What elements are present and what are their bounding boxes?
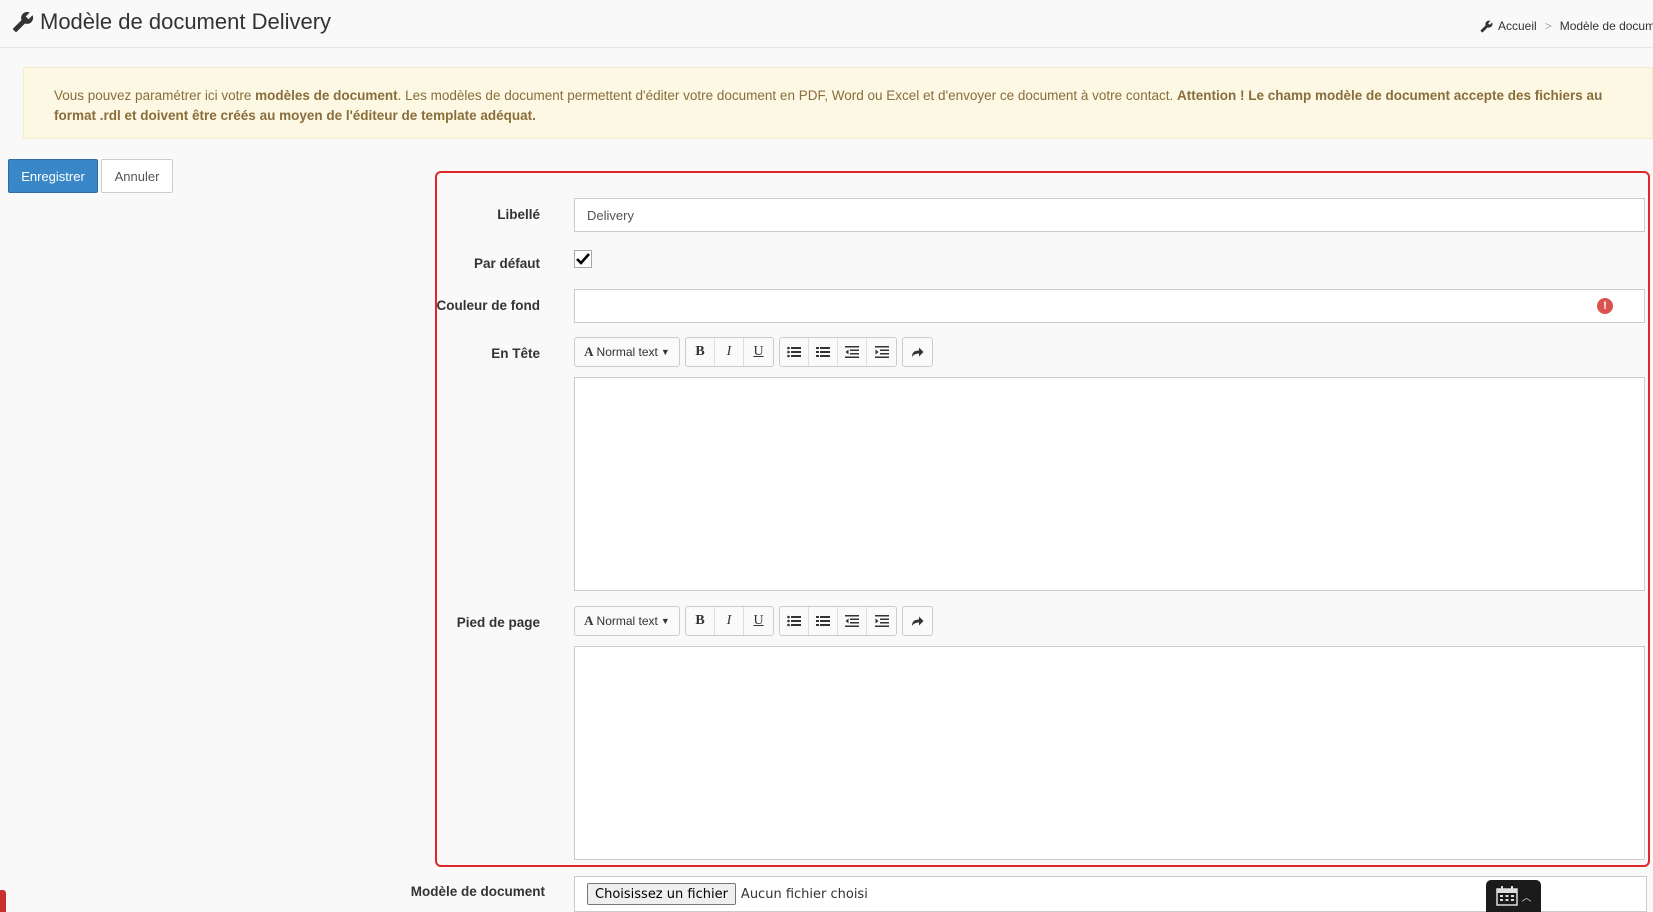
checkmark-icon [574, 250, 592, 268]
bold-button[interactable]: B [686, 338, 715, 366]
unordered-list-button[interactable] [780, 338, 809, 366]
redo-icon [912, 347, 924, 357]
alert-bold-1: modèles de document [255, 88, 398, 103]
ordered-list-button[interactable] [809, 607, 838, 635]
indent-icon [874, 615, 889, 627]
en-tete-toolbar: A Normal text ▼ B I U [574, 337, 933, 367]
libelle-label: Libellé [497, 207, 540, 222]
italic-icon: I [726, 613, 732, 628]
redo-button[interactable] [903, 607, 932, 635]
info-alert: Vous pouvez paramétrer ici votre modèles… [23, 67, 1653, 139]
italic-icon: I [726, 344, 732, 359]
underline-icon: U [753, 344, 764, 359]
italic-button[interactable]: I [715, 338, 744, 366]
choose-file-button[interactable]: Choisissez un fichier [587, 883, 736, 905]
breadcrumb-home-link[interactable]: Accueil [1498, 19, 1537, 33]
cancel-button[interactable]: Annuler [101, 159, 173, 193]
format-label: Normal text [596, 614, 658, 628]
page-title: Modèle de document Delivery [12, 9, 331, 35]
save-button[interactable]: Enregistrer [8, 159, 98, 193]
unordered-list-button[interactable] [780, 607, 809, 635]
wrench-icon [1480, 20, 1493, 33]
indent-icon [874, 346, 889, 358]
ordered-list-button[interactable] [809, 338, 838, 366]
caret-down-icon: ▼ [660, 616, 670, 626]
en-tete-label: En Tête [491, 346, 540, 361]
alert-text-2: . Les modèles de document permettent d'é… [397, 88, 1177, 103]
format-label: Normal text [596, 345, 658, 359]
calendar-widget-toggle[interactable]: ︿ [1486, 880, 1541, 912]
pied-de-page-editor[interactable] [574, 646, 1645, 860]
wrench-icon [12, 11, 34, 33]
bold-icon: B [695, 613, 705, 628]
par-defaut-checkbox[interactable] [574, 250, 592, 268]
font-icon: A [584, 344, 594, 359]
calendar-icon [1495, 886, 1518, 906]
page-header: Modèle de document Delivery Accueil > Mo… [0, 0, 1653, 48]
exclamation-circle-icon: ! [1597, 298, 1613, 314]
bold-button[interactable]: B [686, 607, 715, 635]
outdent-button[interactable] [838, 338, 867, 366]
en-tete-editor[interactable] [574, 377, 1645, 591]
indent-button[interactable] [867, 338, 896, 366]
redo-icon [912, 616, 924, 626]
font-icon: A [584, 613, 594, 628]
underline-button[interactable]: U [744, 338, 773, 366]
side-tab[interactable] [0, 890, 6, 912]
font-format-dropdown[interactable]: A Normal text ▼ [575, 338, 679, 366]
pied-de-page-toolbar: A Normal text ▼ B I U [574, 606, 933, 636]
indent-button[interactable] [867, 607, 896, 635]
underline-button[interactable]: U [744, 607, 773, 635]
libelle-input[interactable]: Delivery [574, 198, 1645, 232]
couleur-label: Couleur de fond [436, 298, 541, 313]
modele-document-label: Modèle de document [410, 884, 545, 899]
redo-button[interactable] [903, 338, 932, 366]
caret-down-icon: ▼ [660, 347, 670, 357]
bold-icon: B [695, 344, 705, 359]
font-format-dropdown[interactable]: A Normal text ▼ [575, 607, 679, 635]
breadcrumb-current: Modèle de documen [1559, 19, 1653, 33]
file-status-text: Aucun fichier choisi [740, 886, 868, 902]
underline-icon: U [753, 613, 764, 628]
list-ul-icon [787, 615, 801, 627]
breadcrumb: Accueil > Modèle de documen [1480, 19, 1653, 33]
alert-text-1: Vous pouvez paramétrer ici votre [54, 88, 256, 103]
couleur-input[interactable] [574, 289, 1645, 323]
outdent-icon [845, 346, 859, 358]
list-ul-icon [787, 346, 801, 358]
page-title-text: Modèle de document Delivery [40, 9, 332, 34]
pied-de-page-label: Pied de page [456, 615, 540, 630]
outdent-button[interactable] [838, 607, 867, 635]
italic-button[interactable]: I [715, 607, 744, 635]
outdent-icon [845, 615, 859, 627]
chevron-up-icon: ︿ [1521, 892, 1532, 904]
list-ol-icon [816, 347, 830, 357]
breadcrumb-separator: > [1544, 19, 1552, 33]
list-ol-icon [816, 616, 830, 626]
par-defaut-label: Par défaut [473, 256, 540, 271]
